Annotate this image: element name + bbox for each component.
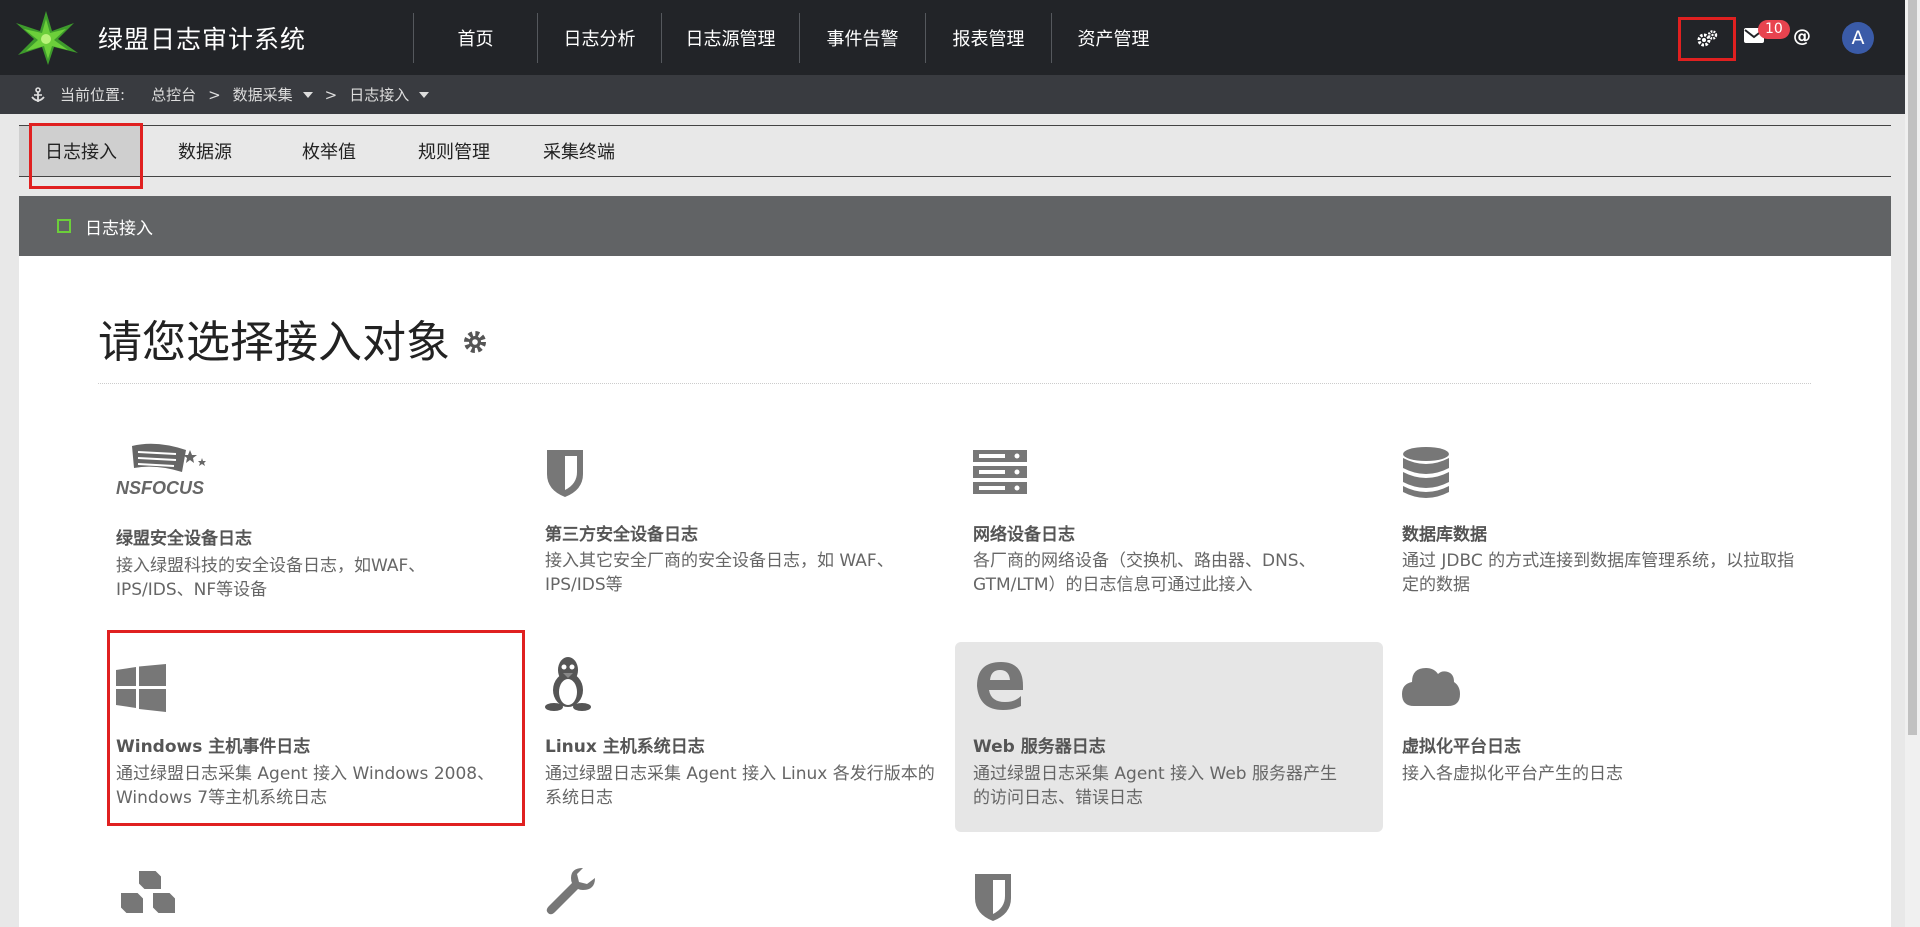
linux-icon	[545, 656, 591, 716]
server-icon	[973, 450, 1027, 498]
card-desc: 接入其它安全厂商的安全设备日志，如 WAF、IPS/IDS等	[545, 551, 894, 595]
card-title: 数据库数据	[1402, 525, 1487, 545]
card-cubes[interactable]	[98, 866, 526, 927]
card-third-party-device[interactable]: 第三方安全设备日志 接入其它安全厂商的安全设备日志，如 WAF、IPS/IDS等	[527, 438, 955, 633]
card-database[interactable]: 数据库数据 通过 JDBC 的方式连接到数据库管理系统，以拉取指定的数据	[1384, 438, 1812, 633]
card-web-server[interactable]: Web 服务器日志 通过绿盟日志采集 Agent 接入 Web 服务器产生的访问…	[955, 642, 1383, 832]
card-nsfocus-device[interactable]: NSFOCUS 绿盟安全设备日志 接入绿盟科技的安全设备日志，如WAF、IPS/…	[98, 438, 526, 633]
card-desc: 通过绿盟日志采集 Agent 接入 Web 服务器产生的访问日志、错误日志	[973, 764, 1337, 808]
cloud-icon	[1402, 662, 1460, 710]
card-tools[interactable]	[527, 866, 955, 927]
avatar[interactable]: A	[1842, 22, 1874, 54]
card-desc: 接入各虚拟化平台产生的日志	[1402, 764, 1623, 784]
scrollbar[interactable]	[1905, 0, 1920, 927]
chevron-down-icon[interactable]	[302, 91, 313, 98]
tab-enum[interactable]: 枚举值	[267, 126, 391, 176]
top-navbar: 绿盟日志审计系统 首页 日志分析 日志源管理 事件告警 报表管理 资产管理	[0, 0, 1905, 75]
breadcrumb-sep: >	[324, 85, 338, 104]
page-title: 请您选择接入对象	[98, 306, 488, 370]
card-title: Linux 主机系统日志	[545, 737, 705, 757]
at-icon[interactable]: @	[1793, 26, 1811, 47]
breadcrumb-item-collection[interactable]: 数据采集	[233, 84, 293, 105]
gears-icon	[1697, 30, 1718, 47]
gear-icon[interactable]	[462, 329, 488, 355]
square-icon	[57, 219, 71, 233]
tab-data-source[interactable]: 数据源	[143, 126, 267, 176]
breadcrumb-item-console[interactable]: 总控台	[151, 84, 196, 105]
wrench-icon	[545, 868, 597, 924]
nav-home[interactable]: 首页	[413, 12, 537, 63]
nav-report[interactable]: 报表管理	[925, 12, 1051, 63]
divider	[98, 383, 1811, 384]
breadcrumb-prefix: 当前位置:	[60, 86, 126, 104]
sub-tabs: 日志接入 数据源 枚举值 规则管理 采集终端	[19, 125, 1891, 177]
nsfocus-logo: NSFOCUS	[116, 438, 220, 506]
settings-button[interactable]	[1678, 17, 1736, 61]
breadcrumb: 当前位置: 总控台 > 数据采集 > 日志接入	[0, 75, 1905, 114]
nav-log-analysis[interactable]: 日志分析	[537, 12, 661, 63]
tab-highlight-box	[29, 123, 143, 189]
app-logo[interactable]: 绿盟日志审计系统	[0, 0, 405, 75]
card-desc: 接入绿盟科技的安全设备日志，如WAF、IPS/IDS、NF等设备	[116, 556, 426, 600]
card-title: 第三方安全设备日志	[545, 525, 698, 545]
nav-asset[interactable]: 资产管理	[1051, 12, 1175, 63]
panel-title: 日志接入	[85, 218, 153, 239]
card-desc: 通过 JDBC 的方式连接到数据库管理系统，以拉取指定的数据	[1402, 551, 1795, 595]
cubes-icon	[116, 868, 182, 927]
tab-collector[interactable]: 采集终端	[517, 126, 641, 176]
card-title: 虚拟化平台日志	[1402, 737, 1521, 757]
notification-badge: 10	[1758, 20, 1790, 39]
database-icon	[1402, 446, 1450, 504]
svg-text:NSFOCUS: NSFOCUS	[116, 478, 204, 498]
card-desc: 通过绿盟日志采集 Agent 接入 Linux 各发行版本的系统日志	[545, 764, 935, 808]
shield-icon	[545, 448, 585, 502]
chevron-down-icon[interactable]	[419, 91, 430, 98]
page-title-text: 请您选择接入对象	[98, 317, 450, 368]
nsfocus-star-icon	[12, 9, 80, 67]
card-linux[interactable]: Linux 主机系统日志 通过绿盟日志采集 Agent 接入 Linux 各发行…	[527, 642, 955, 837]
tab-rule[interactable]: 规则管理	[391, 126, 517, 176]
main-nav: 首页 日志分析 日志源管理 事件告警 报表管理 资产管理	[413, 0, 1175, 75]
anchor-icon	[31, 86, 45, 102]
card-virtualization[interactable]: 虚拟化平台日志 接入各虚拟化平台产生的日志	[1384, 642, 1812, 837]
shield-icon	[973, 872, 1013, 926]
app-title: 绿盟日志审计系统	[98, 24, 307, 54]
panel-header: 日志接入	[19, 196, 1891, 256]
nav-log-source[interactable]: 日志源管理	[661, 12, 799, 63]
breadcrumb-item-log-access[interactable]: 日志接入	[349, 84, 409, 105]
windows-highlight-box	[107, 630, 525, 826]
breadcrumb-sep: >	[208, 85, 221, 104]
scrollbar-thumb[interactable]	[1908, 0, 1917, 735]
card-shield-2[interactable]	[955, 866, 1383, 927]
edge-icon	[973, 658, 1025, 714]
card-title: Web 服务器日志	[973, 737, 1106, 757]
nav-event-alert[interactable]: 事件告警	[799, 12, 925, 63]
card-network-device[interactable]: 网络设备日志 各厂商的网络设备（交换机、路由器、DNS、GTM/LTM）的日志信…	[955, 438, 1383, 633]
card-desc: 各厂商的网络设备（交换机、路由器、DNS、GTM/LTM）的日志信息可通过此接入	[973, 551, 1316, 595]
card-title: 网络设备日志	[973, 525, 1075, 545]
card-title: 绿盟安全设备日志	[116, 529, 252, 549]
